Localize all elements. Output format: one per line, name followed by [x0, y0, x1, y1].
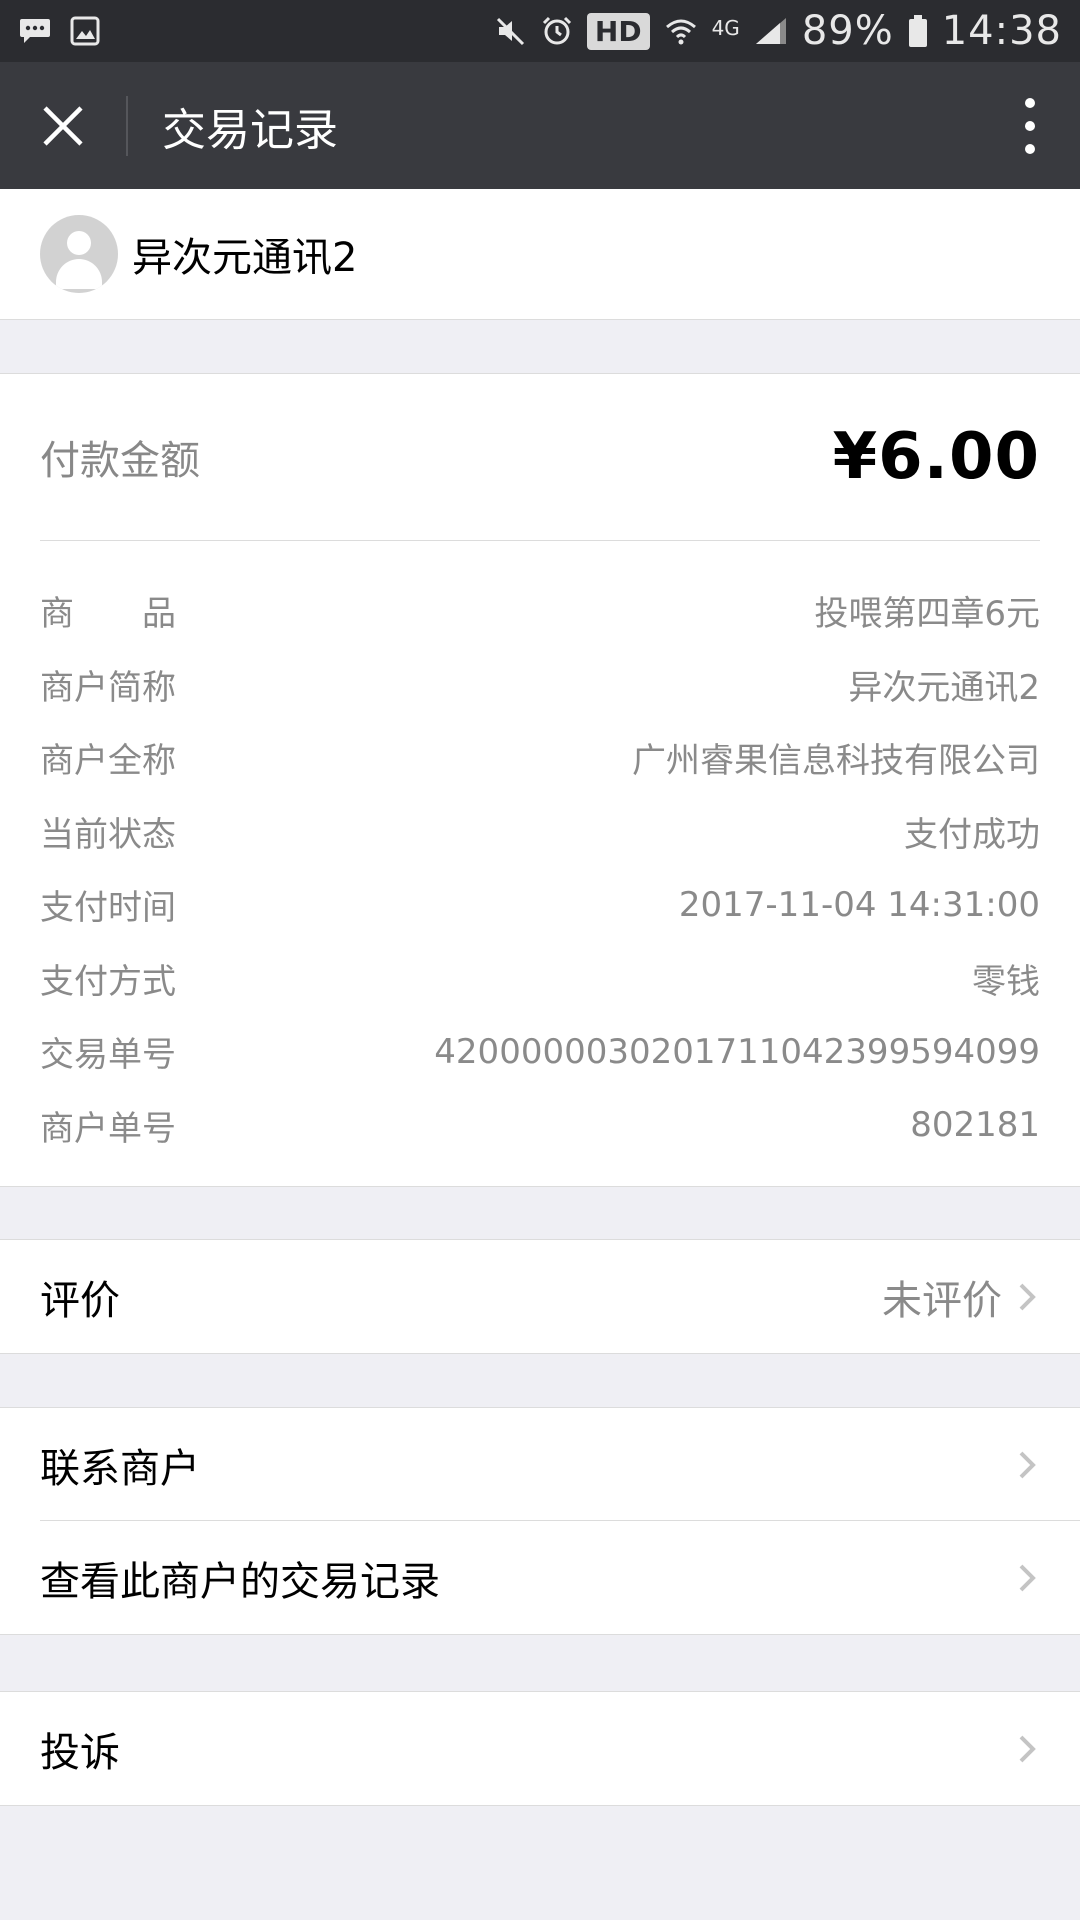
detail-label: 商户简称	[40, 667, 176, 708]
battery-icon	[908, 15, 927, 47]
rating-row[interactable]: 评价 未评价	[0, 1240, 1080, 1353]
close-button[interactable]	[0, 62, 126, 189]
mute-icon	[496, 17, 524, 46]
detail-value: 802181	[910, 1105, 1040, 1146]
detail-value: 4200000030201711042399594099	[434, 1031, 1040, 1072]
chevron-right-icon	[1019, 1735, 1036, 1762]
page-title: 交易记录	[162, 104, 338, 156]
merchant-header[interactable]: 异次元通讯2	[0, 189, 1080, 320]
chevron-right-icon	[1019, 1283, 1036, 1310]
status-bar-right: HD 4G 89% 14:38	[495, 8, 1062, 54]
signal-icon	[755, 18, 786, 44]
detail-value: 广州睿果信息科技有限公司	[632, 741, 1040, 782]
chevron-right-icon	[1019, 1451, 1036, 1478]
detail-value: 投喂第四章6元	[814, 594, 1040, 635]
rating-label: 评价	[40, 1277, 120, 1324]
nav-divider	[126, 95, 128, 156]
detail-row-payment-time: 支付时间 2017-11-04 14:31:00	[40, 868, 1040, 942]
alarm-icon	[542, 16, 571, 45]
detail-value: 2017-11-04 14:31:00	[678, 884, 1040, 925]
detail-value: 异次元通讯2	[848, 667, 1040, 708]
detail-value: 零钱	[972, 961, 1040, 1002]
complaint-row[interactable]: 投诉	[0, 1692, 1080, 1805]
detail-label: 当前状态	[40, 814, 176, 855]
detail-label: 交易单号	[40, 1035, 176, 1076]
complaint-label: 投诉	[40, 1729, 120, 1776]
detail-row-payment-method: 支付方式 零钱	[40, 942, 1040, 1016]
close-icon	[43, 105, 83, 146]
contact-merchant-label: 联系商户	[40, 1445, 200, 1492]
detail-list: 商 品 投喂第四章6元 商户简称 异次元通讯2 商户全称 广州睿果信息科技有限公…	[40, 574, 1040, 1162]
amount-label: 付款金额	[40, 438, 200, 484]
rating-value: 未评价	[882, 1277, 1002, 1324]
detail-row-transaction-id: 交易单号 4200000030201711042399594099	[40, 1015, 1040, 1089]
detail-label: 商户单号	[40, 1108, 176, 1149]
detail-row-merchant-short-name: 商户简称 异次元通讯2	[40, 648, 1040, 722]
more-button[interactable]	[1020, 98, 1040, 154]
detail-row-product: 商 品 投喂第四章6元	[40, 574, 1040, 648]
chevron-right-icon	[1019, 1564, 1036, 1591]
message-icon	[20, 19, 50, 43]
image-icon	[70, 16, 100, 46]
status-bar: HD 4G 89% 14:38	[0, 0, 1080, 62]
merchant-name: 异次元通讯2	[132, 235, 358, 281]
clock: 14:38	[941, 8, 1062, 54]
merchant-actions-section: 联系商户 查看此商户的交易记录	[0, 1407, 1080, 1635]
detail-label: 商户全称	[40, 741, 176, 782]
battery-percent: 89%	[801, 8, 894, 54]
rating-right: 未评价	[882, 1268, 1040, 1326]
contact-merchant-row[interactable]: 联系商户	[0, 1408, 1080, 1521]
detail-label: 支付方式	[40, 961, 176, 1002]
detail-label: 商 品	[40, 594, 176, 635]
detail-row-merchant-order-id: 商户单号 802181	[40, 1089, 1040, 1163]
detail-label: 支付时间	[40, 888, 176, 929]
payment-detail-card: 付款金额 ¥6.00 商 品 投喂第四章6元 商户简称 异次元通讯2 商户全称 …	[0, 373, 1080, 1187]
detail-row-status: 当前状态 支付成功	[40, 795, 1040, 869]
avatar-icon	[40, 215, 118, 293]
amount-value: ¥6.00	[832, 420, 1040, 494]
complaint-section: 投诉	[0, 1691, 1080, 1806]
network-type: 4G	[711, 16, 740, 40]
hd-badge: HD	[586, 12, 650, 50]
nav-bar: 交易记录	[0, 62, 1080, 189]
merchant-records-row[interactable]: 查看此商户的交易记录	[0, 1521, 1080, 1634]
rating-section: 评价 未评价	[0, 1239, 1080, 1354]
more-vertical-icon	[1025, 98, 1035, 154]
amount-row: 付款金额 ¥6.00	[40, 374, 1040, 541]
merchant-records-label: 查看此商户的交易记录	[40, 1558, 440, 1605]
status-bar-left	[18, 16, 100, 46]
detail-value: 支付成功	[904, 814, 1040, 855]
wifi-icon	[665, 19, 696, 45]
detail-row-merchant-full-name: 商户全称 广州睿果信息科技有限公司	[40, 721, 1040, 795]
